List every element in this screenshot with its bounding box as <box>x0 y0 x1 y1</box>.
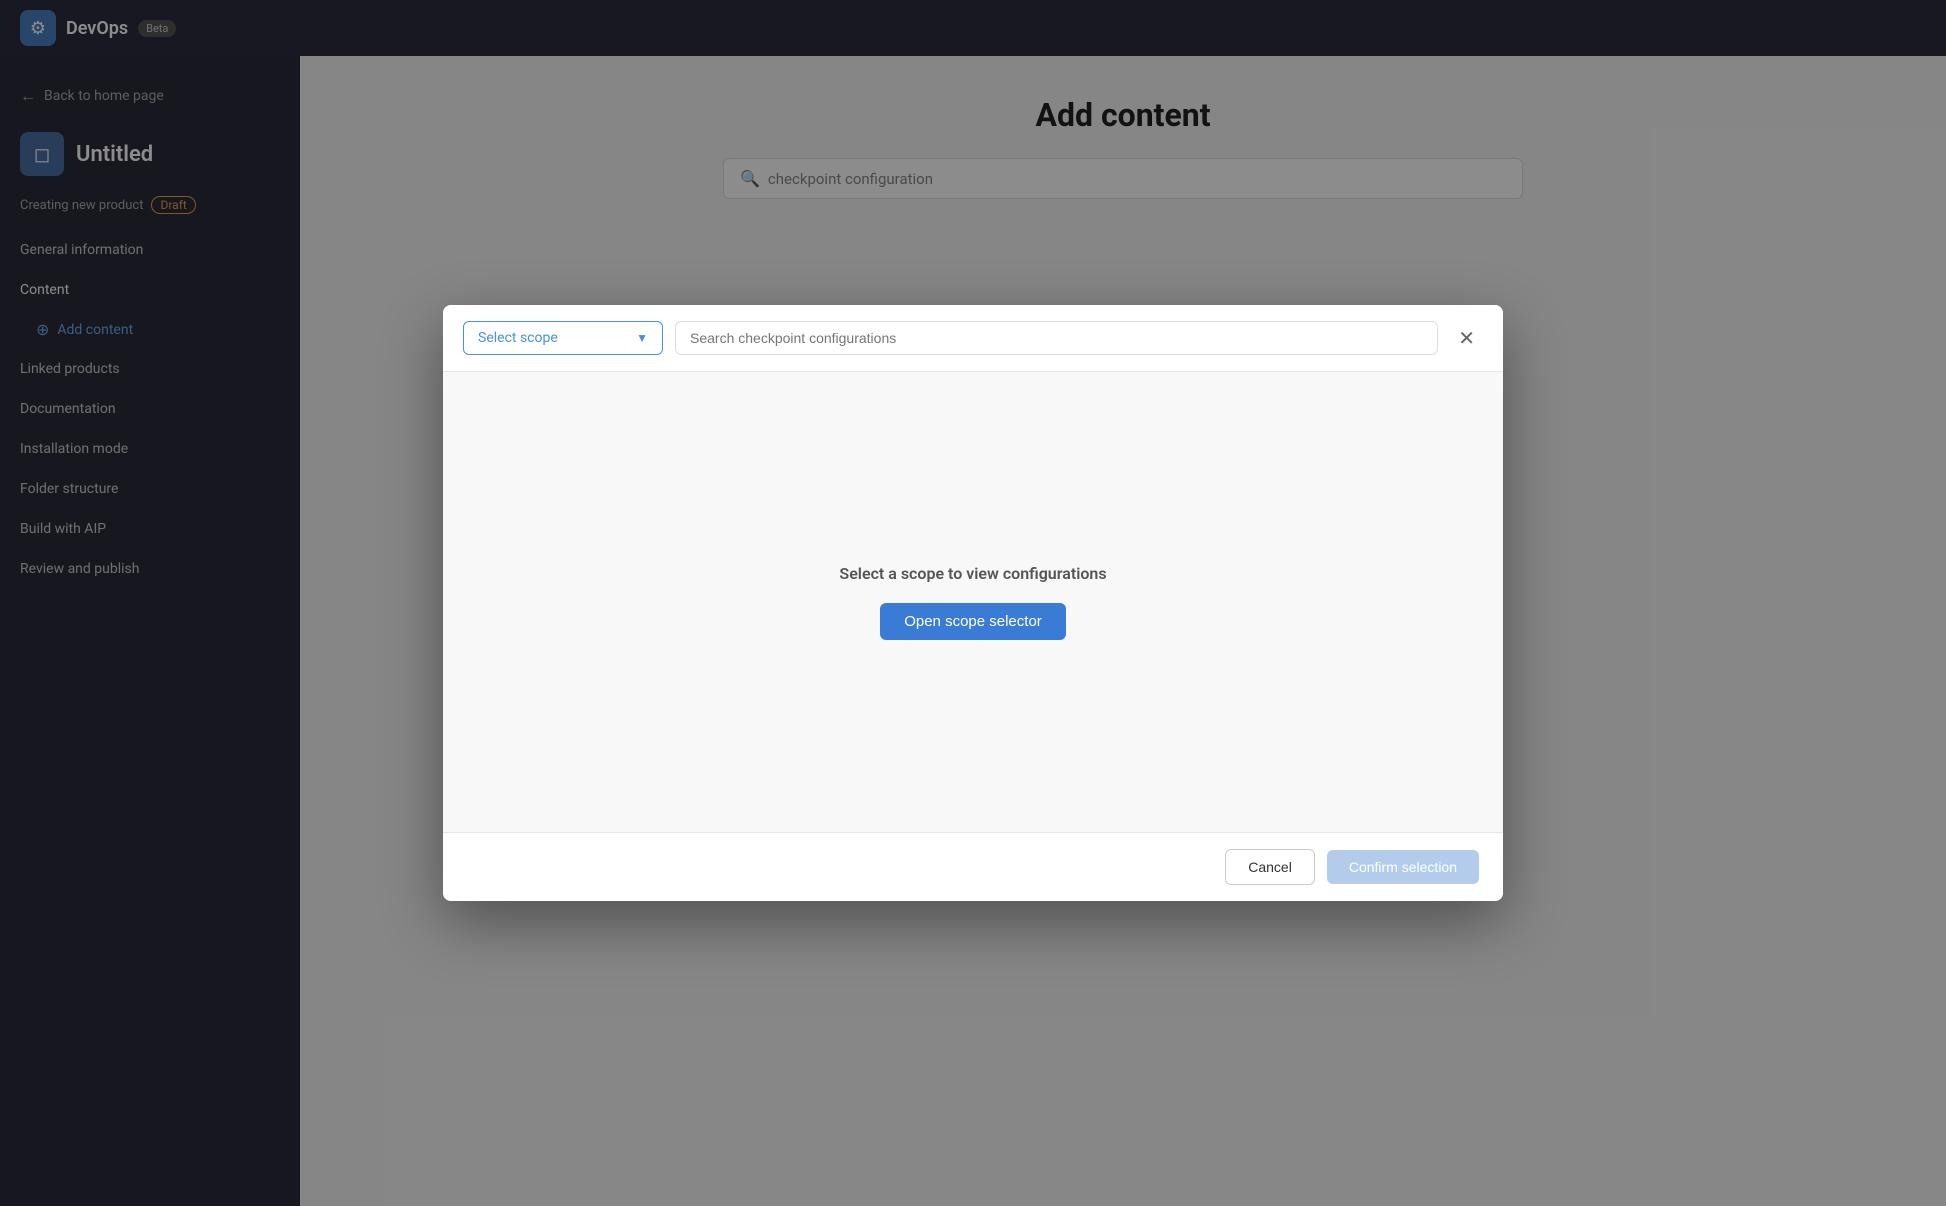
open-scope-selector-button[interactable]: Open scope selector <box>880 603 1066 640</box>
modal-header: Select scope ▼ ✕ <box>443 305 1503 372</box>
modal-close-button[interactable]: ✕ <box>1450 322 1483 355</box>
cancel-button[interactable]: Cancel <box>1225 849 1315 885</box>
confirm-selection-button[interactable]: Confirm selection <box>1327 850 1479 884</box>
modal-footer: Cancel Confirm selection <box>443 832 1503 901</box>
search-configurations-input[interactable] <box>675 321 1438 355</box>
scope-select-dropdown[interactable]: Select scope ▼ <box>463 321 663 355</box>
close-icon: ✕ <box>1458 328 1475 350</box>
modal: Select scope ▼ ✕ Select a scope to view … <box>443 305 1503 901</box>
empty-state-text: Select a scope to view configurations <box>839 564 1106 583</box>
modal-body: Select a scope to view configurations Op… <box>443 372 1503 832</box>
scope-select-label: Select scope <box>478 330 558 346</box>
chevron-down-icon: ▼ <box>636 331 648 345</box>
